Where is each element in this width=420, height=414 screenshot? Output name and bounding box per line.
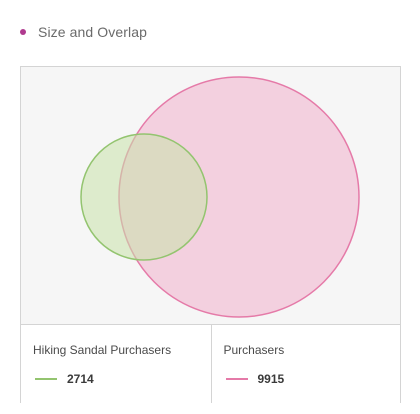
legend-item-hiking-sandal-purchasers[interactable]: Hiking Sandal Purchasers 2714 — [21, 325, 211, 403]
legend-label: Hiking Sandal Purchasers — [33, 343, 172, 357]
legend-value: 9915 — [257, 372, 285, 386]
venn-circle-hiking-sandal-purchasers[interactable] — [80, 133, 208, 261]
legend-item-purchasers[interactable]: Purchasers 9915 — [210, 325, 401, 403]
legend-swatch-pink — [225, 378, 248, 380]
venn-panel: Hiking Sandal Purchasers 2714 Purchasers… — [20, 66, 401, 403]
legend-swatch-green — [35, 378, 57, 380]
legend-value: 2714 — [67, 372, 94, 386]
venn-diagram — [80, 76, 360, 318]
venn-legend: Hiking Sandal Purchasers 2714 Purchasers… — [21, 324, 400, 403]
section-header: Size and Overlap — [20, 20, 147, 44]
venn-diagram-area — [21, 67, 400, 324]
bullet-dot-icon — [20, 29, 26, 35]
legend-label: Purchasers — [223, 343, 285, 357]
section-title: Size and Overlap — [38, 24, 147, 40]
